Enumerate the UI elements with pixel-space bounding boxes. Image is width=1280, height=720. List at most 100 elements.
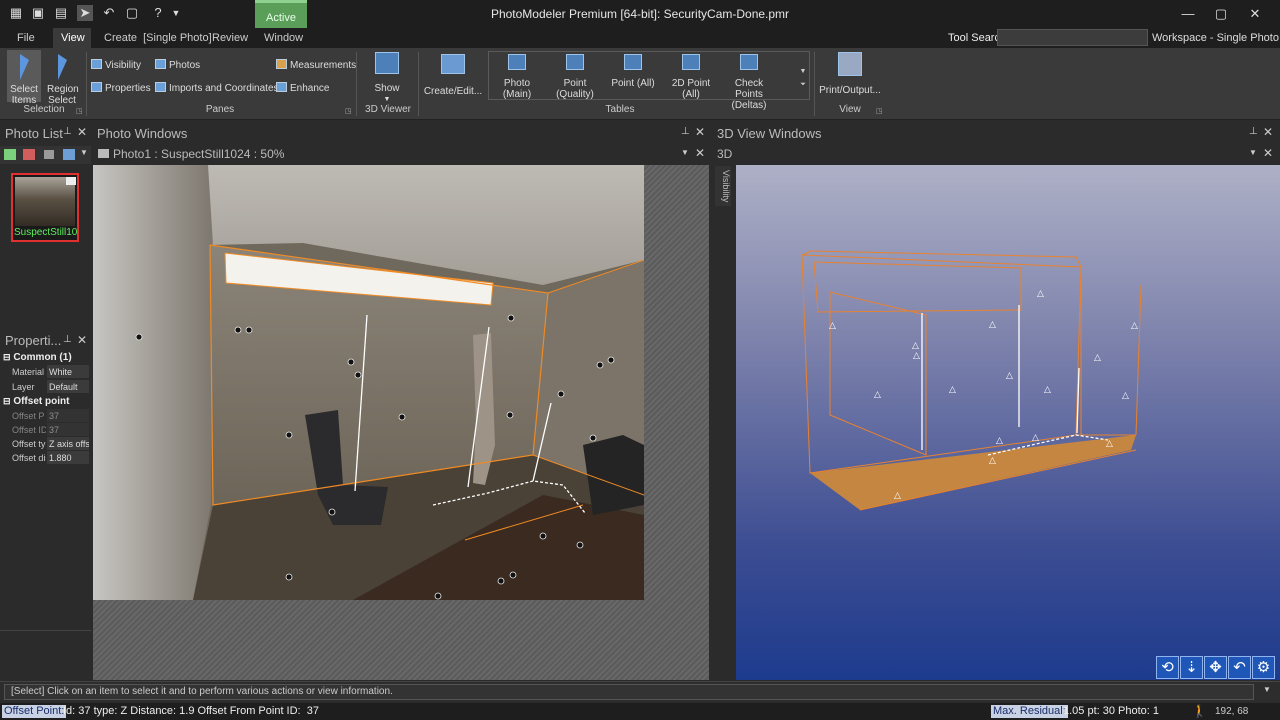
tab-window[interactable]: Window bbox=[256, 28, 311, 48]
orbit-button[interactable]: ⟲ bbox=[1156, 656, 1179, 679]
property-value[interactable]: Default bbox=[47, 380, 89, 393]
photos-button[interactable]: Photos bbox=[155, 59, 200, 73]
point-marker[interactable] bbox=[245, 326, 253, 334]
point-marker-3d[interactable]: △ bbox=[1044, 385, 1051, 395]
3d-model[interactable]: △ △ △ △ △ △ △ △ △ △ △ △ △ △ △ △ △ bbox=[736, 165, 1280, 680]
point-marker-3d[interactable]: △ bbox=[829, 321, 836, 331]
pin-icon[interactable]: ⊥ bbox=[63, 126, 72, 137]
settings-button[interactable]: ⚙ bbox=[1252, 656, 1275, 679]
point-marker[interactable] bbox=[328, 508, 336, 516]
pin-icon[interactable]: ⊥ bbox=[63, 334, 72, 345]
point-marker[interactable] bbox=[557, 390, 565, 398]
pin-icon[interactable]: ⊥ bbox=[681, 126, 690, 137]
close-icon[interactable]: ✕ bbox=[77, 333, 87, 347]
photo-thumbnail[interactable]: SuspectStill1024 bbox=[11, 173, 79, 242]
point-marker-3d[interactable]: △ bbox=[996, 436, 1003, 446]
undo-view-button[interactable]: ↶ bbox=[1228, 656, 1251, 679]
point-marker[interactable] bbox=[347, 358, 355, 366]
point-marker-3d[interactable]: △ bbox=[1131, 321, 1138, 331]
point-marker[interactable] bbox=[576, 541, 584, 549]
camera-icon[interactable] bbox=[63, 149, 75, 160]
point-marker-3d[interactable]: △ bbox=[1006, 371, 1013, 381]
visibility-button[interactable]: Visibility bbox=[91, 59, 141, 73]
property-value[interactable]: Z axis offset bbox=[47, 437, 89, 450]
table-photo-main-button[interactable]: Photo (Main) bbox=[489, 54, 545, 100]
pan-button[interactable]: ✥ bbox=[1204, 656, 1227, 679]
property-row[interactable]: Material White bbox=[0, 365, 91, 379]
table-check-points-button[interactable]: Check Points (Deltas) bbox=[721, 54, 777, 111]
point-marker-3d[interactable]: △ bbox=[1032, 433, 1039, 443]
photo-canvas[interactable] bbox=[93, 165, 709, 680]
point-marker-3d[interactable]: △ bbox=[1037, 289, 1044, 299]
enhance-button[interactable]: Enhance bbox=[276, 82, 329, 96]
property-value[interactable]: 1.880 bbox=[47, 451, 89, 464]
close-icon[interactable]: ✕ bbox=[1263, 125, 1273, 139]
offset-section-header[interactable]: ⊟ Offset point bbox=[0, 394, 91, 408]
chevron-down-icon[interactable]: ▼ bbox=[1249, 148, 1257, 157]
point-marker-3d[interactable]: △ bbox=[1094, 353, 1101, 363]
photo-tab-title[interactable]: Photo1 : SuspectStill1024 : 50% bbox=[113, 147, 284, 161]
imports-coordinates-button[interactable]: Imports and Coordinates bbox=[155, 82, 279, 96]
close-icon[interactable]: ✕ bbox=[695, 125, 705, 139]
photo-image[interactable] bbox=[93, 165, 644, 600]
common-section-header[interactable]: ⊟ Common (1) bbox=[0, 350, 91, 364]
property-row[interactable]: Offset typeZ axis offset bbox=[0, 437, 91, 451]
point-marker[interactable] bbox=[434, 592, 442, 600]
point-marker[interactable] bbox=[507, 314, 515, 322]
point-marker[interactable] bbox=[589, 434, 597, 442]
point-marker-3d[interactable]: △ bbox=[874, 390, 881, 400]
point-marker[interactable] bbox=[539, 532, 547, 540]
table-point-quality-button[interactable]: Point (Quality) bbox=[546, 54, 604, 100]
point-marker[interactable] bbox=[285, 431, 293, 439]
property-value[interactable]: White bbox=[47, 365, 89, 378]
dialog-launcher-icon[interactable]: ◳ bbox=[345, 107, 352, 115]
close-icon[interactable]: ✕ bbox=[1263, 146, 1273, 160]
tab-create[interactable]: Create [Single Photo] bbox=[96, 28, 220, 48]
property-row[interactable]: Layer Default bbox=[0, 380, 91, 394]
table-point-all-button[interactable]: Point (All) bbox=[607, 54, 659, 89]
point-marker[interactable] bbox=[596, 361, 604, 369]
point-marker-3d[interactable]: △ bbox=[894, 491, 901, 501]
point-marker[interactable] bbox=[285, 573, 293, 581]
point-marker-3d[interactable]: △ bbox=[1106, 439, 1113, 449]
visibility-side-tab[interactable]: Visibility bbox=[715, 166, 731, 206]
close-icon[interactable]: ✕ bbox=[77, 125, 87, 139]
3d-viewport[interactable]: △ △ △ △ △ △ △ △ △ △ △ △ △ △ △ △ △ ⟲ ⇣ ✥ … bbox=[736, 165, 1280, 680]
chevron-down-icon[interactable]: ▼ bbox=[1263, 685, 1271, 694]
chevron-down-icon[interactable]: ▼ bbox=[80, 148, 88, 157]
point-marker[interactable] bbox=[607, 356, 615, 364]
gallery-scroll[interactable]: ▼ ⏷ bbox=[797, 68, 809, 98]
point-marker-3d[interactable]: △ bbox=[949, 385, 956, 395]
point-marker-3d[interactable]: △ bbox=[912, 341, 919, 351]
point-marker[interactable] bbox=[509, 571, 517, 579]
pin-icon[interactable]: ⊥ bbox=[1249, 126, 1258, 137]
print-output-button[interactable]: Print/Output... bbox=[818, 52, 882, 96]
minimize-button[interactable]: — bbox=[1173, 4, 1203, 24]
tab-review[interactable]: Review bbox=[204, 28, 256, 48]
3d-tab-title[interactable]: 3D bbox=[717, 147, 732, 161]
chevron-down-icon[interactable]: ▼ bbox=[681, 148, 689, 157]
region-select-button[interactable]: Region Select bbox=[44, 50, 80, 106]
dialog-launcher-icon[interactable]: ◳ bbox=[76, 107, 83, 115]
point-marker-3d[interactable]: △ bbox=[989, 320, 996, 330]
properties-button[interactable]: Properties bbox=[91, 82, 151, 96]
tool-search-input[interactable] bbox=[997, 29, 1148, 46]
create-edit-button[interactable]: Create/Edit... bbox=[423, 54, 483, 97]
tilt-button[interactable]: ⇣ bbox=[1180, 656, 1203, 679]
filter-icon[interactable] bbox=[4, 149, 16, 160]
table-2d-point-all-button[interactable]: 2D Point (All) bbox=[662, 54, 720, 100]
show-3d-button[interactable]: Show ▼ bbox=[368, 52, 406, 105]
point-marker[interactable] bbox=[398, 413, 406, 421]
point-marker-3d[interactable]: △ bbox=[989, 456, 996, 466]
point-marker[interactable] bbox=[354, 371, 362, 379]
grid-view-icon[interactable] bbox=[44, 150, 54, 159]
close-button[interactable]: ✕ bbox=[1240, 4, 1270, 24]
property-row[interactable]: Offset dist1.880 bbox=[0, 451, 91, 465]
point-marker[interactable] bbox=[234, 326, 242, 334]
tab-file[interactable]: File bbox=[9, 28, 43, 48]
dialog-launcher-icon[interactable]: ◳ bbox=[876, 107, 883, 115]
select-items-button[interactable]: Select Items bbox=[7, 50, 41, 106]
point-marker[interactable] bbox=[506, 411, 514, 419]
photo-status-icon[interactable] bbox=[23, 149, 35, 160]
maximize-button[interactable]: ▢ bbox=[1206, 4, 1236, 24]
